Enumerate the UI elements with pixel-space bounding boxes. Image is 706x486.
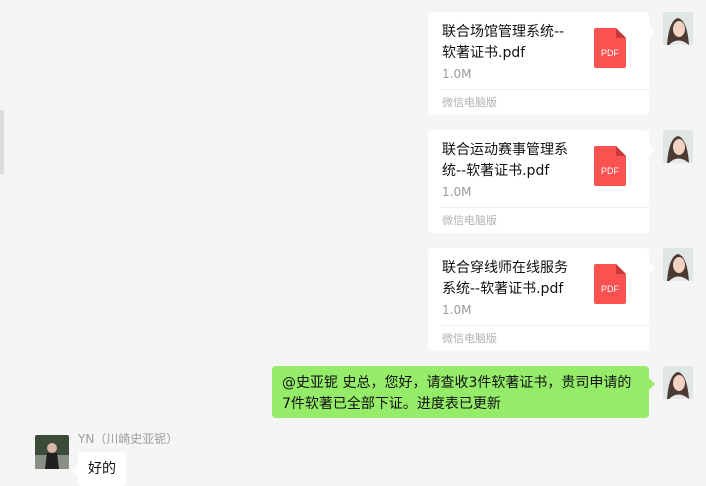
file-size: 1.0M <box>442 185 472 199</box>
received-text-message[interactable]: 好的 <box>72 452 126 486</box>
scroll-edge <box>0 110 4 174</box>
my-avatar[interactable] <box>663 248 693 281</box>
my-avatar[interactable] <box>663 366 693 399</box>
my-avatar[interactable] <box>663 130 693 163</box>
pdf-label: PDF <box>601 166 620 176</box>
file-name: 联合运动赛事管理系统--软著证书.pdf <box>442 142 568 179</box>
pdf-file-icon: PDF <box>594 264 626 304</box>
file-source: 微信电脑版 <box>442 96 497 109</box>
my-avatar[interactable] <box>663 12 693 45</box>
file-message[interactable]: 联合场馆管理系统--软著证书.pdf PDF 1.0M 微信电脑版 <box>428 12 655 115</box>
divider <box>440 207 649 208</box>
divider <box>440 89 649 90</box>
file-message[interactable]: 联合运动赛事管理系统--软著证书.pdf PDF 1.0M 微信电脑版 <box>428 130 655 233</box>
pdf-label: PDF <box>601 48 620 58</box>
file-source: 微信电脑版 <box>442 332 497 345</box>
file-message[interactable]: 联合穿线师在线服务系统--软著证书.pdf PDF 1.0M 微信电脑版 <box>428 248 655 351</box>
file-name: 联合穿线师在线服务系统--软著证书.pdf <box>442 260 568 297</box>
file-size: 1.0M <box>442 303 472 317</box>
divider <box>440 325 649 326</box>
file-size: 1.0M <box>442 67 472 81</box>
file-source: 微信电脑版 <box>442 214 497 227</box>
pdf-file-icon: PDF <box>594 28 626 68</box>
file-name: 联合场馆管理系统--软著证书.pdf <box>442 24 565 61</box>
pdf-label: PDF <box>601 284 620 294</box>
sender-name: YN（川崎史亚铌） <box>78 432 179 446</box>
my-text-message[interactable]: @史亚铌 史总，您好，请查收3件软著证书，贵司申请的7件软著已全部下证。进度表已… <box>272 366 655 418</box>
pdf-file-icon: PDF <box>594 146 626 186</box>
sender-avatar[interactable] <box>35 435 69 469</box>
